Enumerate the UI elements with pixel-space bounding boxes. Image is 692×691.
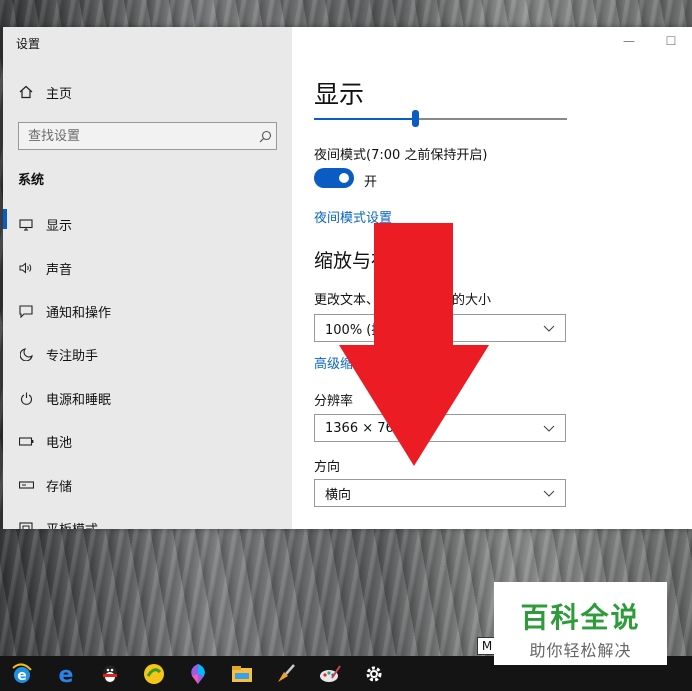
window-controls: — ☐ bbox=[608, 27, 692, 55]
speaker-icon bbox=[18, 262, 34, 274]
page-title: 显示 bbox=[314, 80, 365, 109]
watermark-logo: 百科全说 助你轻松解决 bbox=[494, 582, 667, 665]
settings-window: 设置 主页 系统 显示 bbox=[3, 27, 692, 529]
scale-label-start: 更改文本、 bbox=[314, 293, 380, 308]
brightness-slider-fill bbox=[314, 118, 416, 120]
chevron-down-icon bbox=[543, 487, 555, 499]
battery-icon bbox=[18, 437, 34, 446]
scale-layout-heading: 缩放与布 bbox=[314, 250, 391, 272]
search-box[interactable] bbox=[18, 122, 277, 150]
paint3d-icon[interactable] bbox=[176, 656, 220, 691]
night-mode-settings-link[interactable]: 夜间模式设置 bbox=[314, 207, 392, 226]
sidebar-item-tablet-mode[interactable]: 平板模式 bbox=[3, 507, 292, 529]
svg-text:e: e bbox=[59, 663, 74, 686]
resolution-dropdown-value: 1366 × 768 bbox=[325, 420, 403, 436]
sidebar-item-notifications[interactable]: 通知和操作 bbox=[3, 290, 292, 333]
night-mode-label: 夜间模式(7:00 之前保持开启) bbox=[314, 148, 488, 163]
resolution-dropdown[interactable]: 1366 × 768 bbox=[314, 414, 566, 442]
paint-icon[interactable] bbox=[308, 656, 352, 691]
watermark-subtitle: 助你轻松解决 bbox=[529, 641, 632, 660]
search-icon[interactable] bbox=[254, 130, 276, 143]
advanced-scaling-link[interactable]: 高级缩 bbox=[314, 353, 353, 372]
scale-dropdown-value: 100% (推 bbox=[325, 322, 385, 338]
qq-icon[interactable] bbox=[88, 656, 132, 691]
browser-icon[interactable] bbox=[132, 656, 176, 691]
night-mode-toggle[interactable] bbox=[314, 168, 354, 188]
sidebar-item-label: 声音 bbox=[46, 262, 73, 278]
minimize-button[interactable]: — bbox=[608, 27, 650, 55]
sidebar-nav: 显示 声音 通知和操作 专注助手 电源和睡眠 电池 存储 bbox=[3, 203, 292, 529]
section-heading-system: 系统 bbox=[18, 173, 45, 188]
sidebar-item-storage[interactable]: 存储 bbox=[3, 463, 292, 506]
sidebar-item-display[interactable]: 显示 bbox=[3, 203, 292, 246]
notification-icon bbox=[18, 305, 34, 318]
power-icon bbox=[18, 392, 34, 405]
tablet-icon bbox=[18, 522, 34, 529]
sidebar-item-battery[interactable]: 电池 bbox=[3, 420, 292, 463]
sidebar-item-label: 显示 bbox=[46, 219, 73, 235]
moon-icon bbox=[18, 348, 34, 362]
night-mode-toggle-state: 开 bbox=[364, 175, 378, 190]
window-title: 设置 bbox=[16, 37, 41, 51]
sidebar-item-label: 存储 bbox=[46, 479, 73, 495]
active-indicator bbox=[3, 209, 7, 229]
sidebar-item-home[interactable]: 主页 bbox=[3, 79, 292, 105]
edge-icon[interactable]: e bbox=[44, 656, 88, 691]
scale-dropdown[interactable]: 100% (推 bbox=[314, 314, 566, 342]
svg-text:e: e bbox=[17, 668, 27, 684]
sidebar-item-focus-assist[interactable]: 专注助手 bbox=[3, 333, 292, 376]
sidebar-item-label: 平板模式 bbox=[46, 519, 98, 529]
settings-gear-icon[interactable] bbox=[352, 656, 396, 691]
scale-label: 更改文本、 bbox=[314, 289, 379, 308]
display-settings-pane: 显示 夜间模式(7:00 之前保持开启) 开 夜间模式设置 缩放与布 更改文本、… bbox=[292, 27, 692, 529]
sidebar-item-label: 专注助手 bbox=[46, 349, 99, 365]
sidebar: 设置 主页 系统 显示 bbox=[3, 27, 292, 529]
resolution-label: 分辨率 bbox=[314, 394, 354, 409]
orientation-label: 方向 bbox=[314, 460, 341, 475]
search-input[interactable] bbox=[19, 123, 254, 149]
orientation-dropdown[interactable]: 横向 bbox=[314, 479, 566, 507]
toggle-knob bbox=[339, 173, 349, 183]
ie-icon[interactable]: e bbox=[0, 656, 44, 691]
maximize-button[interactable]: ☐ bbox=[650, 27, 692, 55]
scale-label-end: 的大小 bbox=[452, 293, 492, 308]
monitor-icon bbox=[18, 219, 34, 231]
brightness-slider-thumb[interactable] bbox=[412, 110, 420, 127]
chevron-down-icon bbox=[543, 422, 555, 434]
cleaner-icon[interactable] bbox=[264, 656, 308, 691]
home-label: 主页 bbox=[46, 86, 73, 102]
home-icon bbox=[18, 85, 34, 99]
orientation-dropdown-value: 横向 bbox=[325, 487, 352, 503]
watermark-title: 百科全说 bbox=[520, 601, 641, 634]
sidebar-item-label: 电池 bbox=[46, 436, 73, 452]
sidebar-item-power[interactable]: 电源和睡眠 bbox=[3, 377, 292, 420]
chevron-down-icon bbox=[543, 322, 555, 334]
brightness-slider[interactable] bbox=[314, 110, 567, 127]
storage-icon bbox=[18, 481, 34, 489]
file-explorer-icon[interactable] bbox=[220, 656, 264, 691]
sidebar-item-sound[interactable]: 声音 bbox=[3, 246, 292, 289]
sidebar-item-label: 电源和睡眠 bbox=[46, 392, 112, 408]
sidebar-item-label: 通知和操作 bbox=[46, 305, 112, 321]
